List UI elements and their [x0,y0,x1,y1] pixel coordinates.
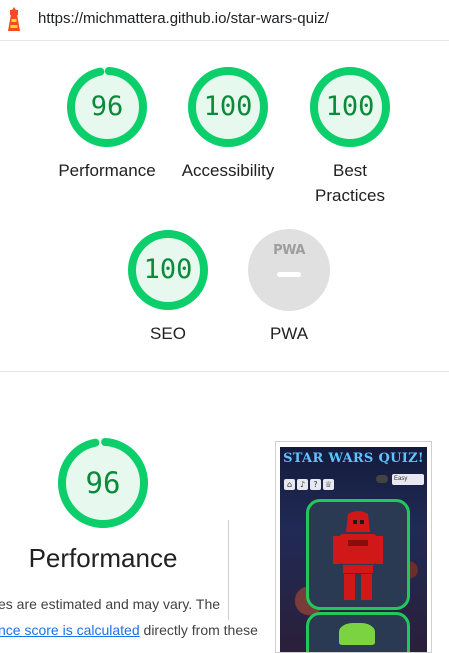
best-practices-gauge[interactable]: 100 [309,66,391,148]
help-icon: ? [310,479,321,490]
seo-score: 100 [143,254,193,285]
seo-label: SEO [150,324,186,343]
quiz-title: STAR WARS QUIZ! [283,451,424,466]
sound-toggle [376,475,388,483]
performance-heading: Performance [28,543,178,573]
section-divider [0,371,449,372]
address-bar[interactable]: https://michmattera.github.io/star-wars-… [0,0,449,41]
stormtrooper-icon [333,511,383,600]
performance-score: 96 [90,91,124,122]
accessibility-label: Accessibility [181,161,275,180]
best-practices-score: 100 [325,91,375,122]
pwa-logo: PWA [273,243,305,258]
score-calculated-link[interactable]: nce score is calculated [0,622,140,638]
yoda-icon [339,623,375,645]
pwa-badge[interactable]: PWA [248,229,330,311]
desc-line-2: nce score is calculated directly from th… [0,617,288,643]
yoda-card [306,612,410,652]
seo-gauge[interactable]: 100 [127,229,209,311]
performance-big-gauge: 96 [57,437,149,529]
final-screenshot[interactable]: STAR WARS QUIZ! ⌂ ♪? ♕ Easy [275,441,432,653]
trophy-icon: ♕ [323,479,334,490]
desc-line-2-rest: directly from these [139,622,258,638]
performance-gauge[interactable]: 96 [66,66,148,148]
home-icon: ⌂ [284,479,295,490]
screenshot-image: STAR WARS QUIZ! ⌂ ♪? ♕ Easy [280,447,427,652]
quiz-toolbar: ⌂ ♪? ♕ [284,474,336,492]
accessibility-gauge[interactable]: 100 [187,66,269,148]
vertical-divider [228,520,229,620]
lighthouse-icon [8,7,20,31]
performance-description: es are estimated and may vary. The nce s… [0,591,288,643]
url-text[interactable]: https://michmattera.github.io/star-wars-… [38,10,329,27]
desc-line-1: es are estimated and may vary. The [0,596,221,612]
difficulty-select: Easy [392,474,424,485]
stormtrooper-card [306,499,410,610]
best-practices-label: Best Practices [315,161,385,205]
music-icon: ♪ [297,479,308,490]
accessibility-score: 100 [203,91,253,122]
performance-label: Performance [58,161,156,180]
performance-big-score: 96 [85,466,121,500]
pwa-label: PWA [269,324,309,343]
pwa-dash-icon [277,272,301,277]
